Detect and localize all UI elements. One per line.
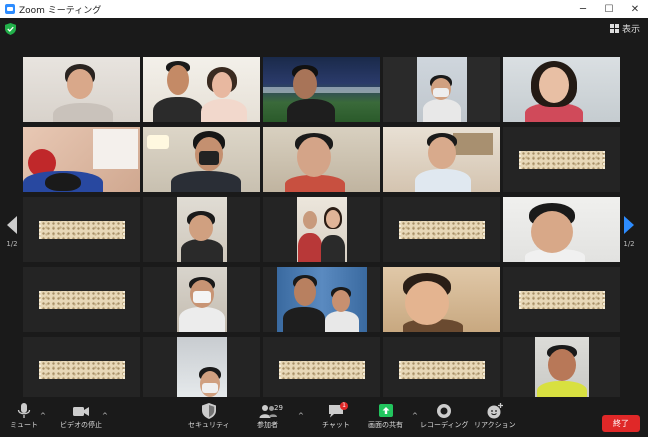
page-indicator-right: 1/2 [623,240,635,248]
video-camera-icon [73,407,89,416]
reactions-label: リアクション [474,421,516,429]
chevron-right-icon [624,216,634,234]
video-feed [143,57,260,122]
video-feed [383,57,500,122]
mute-button[interactable]: ミュート [10,402,38,430]
participant-video-tile[interactable] [143,127,260,192]
video-feed [263,127,380,192]
share-screen-arrow-icon [378,404,393,417]
video-feed [263,267,380,332]
chevron-left-icon [7,216,17,234]
participants-options-caret-icon[interactable]: ^ [298,412,304,420]
video-feed [383,127,500,192]
participant-tile-hidden[interactable] [263,337,380,402]
video-feed [143,127,260,192]
participant-video-tile[interactable] [383,127,500,192]
participant-video-tile[interactable] [383,57,500,122]
prev-page-button[interactable]: 1/2 [4,216,20,248]
privacy-tape-overlay [398,220,485,239]
participant-video-tile[interactable] [503,197,620,262]
participant-tile-hidden[interactable] [503,127,620,192]
view-button[interactable]: 表示 [609,22,640,35]
chat-unread-badge: 1 [340,402,348,410]
smiley-plus-icon [487,403,503,419]
privacy-tape-overlay [518,150,605,169]
participant-video-tile-active-speaker[interactable] [143,57,260,122]
security-shield-icon [201,403,216,419]
video-feed [143,337,260,402]
participant-video-tile[interactable] [143,337,260,402]
chat-label: チャット [322,421,350,429]
privacy-tape-overlay [278,360,365,379]
video-options-caret-icon[interactable]: ^ [102,412,108,420]
video-feed [503,57,620,122]
participant-tile-hidden[interactable] [503,267,620,332]
view-label: 表示 [621,25,640,35]
share-screen-button[interactable]: 画面の共有 [368,402,403,430]
end-meeting-button[interactable]: 終了 [602,415,640,432]
participant-tile-hidden[interactable] [23,337,140,402]
microphone-icon [17,403,31,418]
participant-video-tile[interactable] [143,267,260,332]
privacy-tape-overlay [518,290,605,309]
participant-video-tile[interactable] [23,127,140,192]
participant-video-tile[interactable] [23,57,140,122]
video-feed [23,57,140,122]
stop-video-label: ビデオの停止 [60,421,102,429]
gallery-view-icon [609,24,619,33]
participant-video-tile[interactable] [143,197,260,262]
next-page-button[interactable]: 1/2 [621,216,637,248]
privacy-tape-overlay [38,290,125,309]
zoom-logo-icon [5,4,15,14]
video-feed [503,337,620,402]
share-screen-label: 画面の共有 [368,421,403,429]
participant-video-tile[interactable] [263,57,380,122]
audio-options-caret-icon[interactable]: ^ [40,412,46,420]
video-feed [143,267,260,332]
record-button[interactable]: レコーディング [420,402,469,430]
maximize-button[interactable]: ☐ [596,0,622,18]
participant-video-tile[interactable] [263,267,380,332]
privacy-tape-overlay [38,220,125,239]
meeting-topbar: 表示 [0,18,648,40]
security-button[interactable]: セキュリティ [188,402,230,430]
participant-tile-hidden[interactable] [383,197,500,262]
participant-video-tile[interactable] [263,197,380,262]
chat-button[interactable]: 1 チャット [322,402,350,430]
video-feed [143,197,260,262]
gallery-view: 1/2 1/2 [0,40,648,402]
participant-video-tile[interactable] [503,337,620,402]
privacy-tape-overlay [398,360,485,379]
participant-tile-hidden[interactable] [23,267,140,332]
record-label: レコーディング [420,421,469,429]
page-indicator-left: 1/2 [6,240,18,248]
video-feed [383,267,500,332]
participants-button[interactable]: 29 参加者 [257,402,283,430]
participant-tile-hidden[interactable] [383,337,500,402]
video-feed [263,197,380,262]
participant-video-tile[interactable] [263,127,380,192]
record-icon [437,404,452,418]
video-feed [263,57,380,122]
stop-video-button[interactable]: ビデオの停止 [60,402,102,430]
participant-tile-hidden[interactable] [23,197,140,262]
video-feed [503,197,620,262]
participant-video-tile[interactable] [503,57,620,122]
mute-label: ミュート [10,421,38,429]
encryption-shield-icon[interactable] [5,23,16,35]
window-title: Zoom ミーティング [19,5,102,16]
privacy-tape-overlay [38,360,125,379]
video-feed [23,127,140,192]
reactions-button[interactable]: リアクション [474,402,516,430]
share-options-caret-icon[interactable]: ^ [412,412,418,420]
participant-video-tile[interactable] [383,267,500,332]
window-titlebar: Zoom ミーティング ─ ☐ ✕ [0,0,648,18]
close-button[interactable]: ✕ [622,0,648,18]
participants-label: 参加者 [257,421,278,429]
participants-count: 29 [274,404,283,412]
security-label: セキュリティ [188,421,230,429]
minimize-button[interactable]: ─ [570,0,596,18]
meeting-toolbar: ミュート ^ ビデオの停止 ^ セキュリティ 29 参加者 ^ 1 チャット 画… [0,397,648,437]
